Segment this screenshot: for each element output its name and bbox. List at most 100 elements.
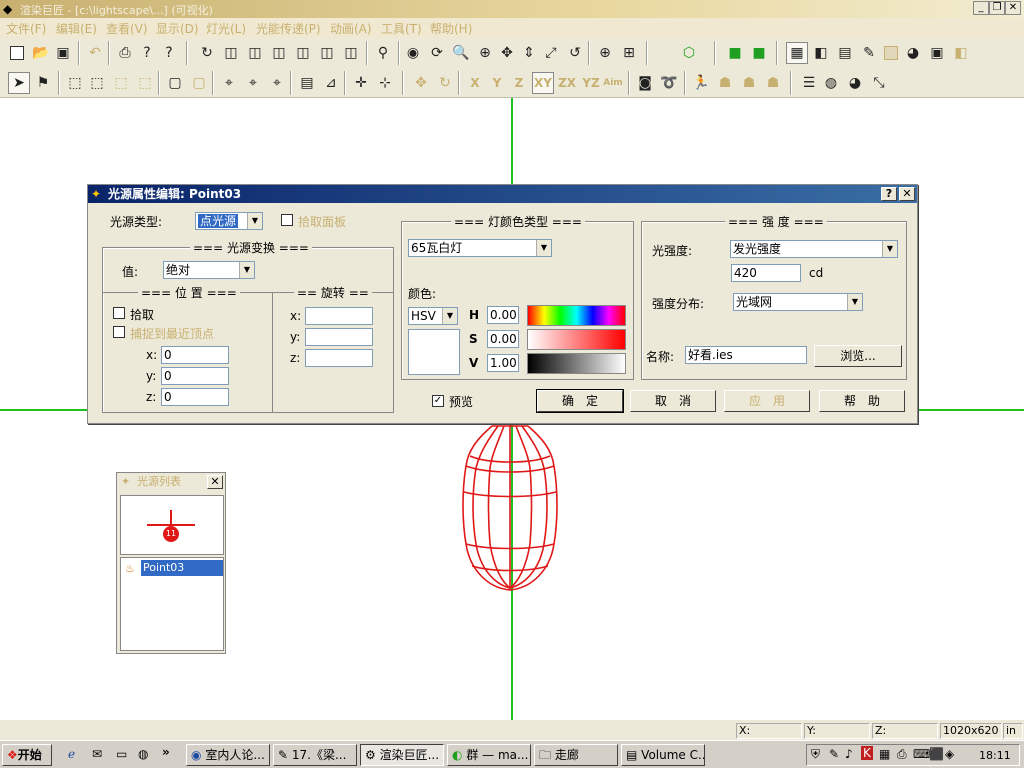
restore-icon[interactable]: ❐ — [989, 1, 1005, 15]
blank-square-icon[interactable] — [880, 42, 902, 64]
outlook-icon[interactable]: ✉ — [92, 747, 102, 761]
tray-shield-icon[interactable]: ⛨ — [811, 747, 820, 762]
color-type-select[interactable]: 65瓦白灯 ▼ — [408, 239, 552, 257]
lasso-icon[interactable]: ➰ — [658, 72, 680, 94]
paste-disabled-icon[interactable]: ▢ — [188, 72, 210, 94]
align-icon[interactable]: ⊿ — [320, 72, 342, 94]
menu-animation[interactable]: 动画(A) — [330, 20, 372, 37]
tray-ime-icon[interactable]: ⌨ — [913, 747, 930, 761]
select-disabled-1-icon[interactable]: ⬚ — [110, 72, 132, 94]
volume-icon[interactable]: ♪ — [845, 747, 853, 761]
light-move-icon[interactable]: ⊹ — [374, 72, 396, 94]
intensity-input[interactable]: 420 — [731, 264, 801, 282]
pick-position-checkbox[interactable] — [113, 307, 125, 319]
apply-button[interactable]: 应 用 — [724, 390, 810, 412]
person-disabled-3-icon[interactable]: ☗ — [762, 72, 784, 94]
select-figure-icon[interactable]: ⚑ — [32, 72, 54, 94]
pick-mirror-icon[interactable]: ⌖ — [266, 72, 288, 94]
solid-cube-icon[interactable]: ■ — [724, 42, 746, 64]
eye-icon[interactable]: ◉ — [402, 42, 424, 64]
rot-z-input[interactable] — [305, 349, 373, 367]
rotate-disabled-icon[interactable]: ↻ — [434, 72, 456, 94]
render-disabled-icon[interactable]: ◧ — [950, 42, 972, 64]
help-button[interactable]: 帮 助 — [819, 390, 905, 412]
value-slider[interactable] — [527, 353, 626, 374]
rot-x-input[interactable] — [305, 307, 373, 325]
rot-y-input[interactable] — [305, 328, 373, 346]
zoom-in-icon[interactable]: ⊕ — [594, 42, 616, 64]
axis-zx-button[interactable]: ZX — [556, 72, 578, 94]
rotate-view-icon[interactable]: ↻ — [196, 42, 218, 64]
hue-slider[interactable] — [527, 305, 626, 326]
orbit-icon[interactable]: ⟳ — [426, 42, 448, 64]
axis-x-button[interactable]: X — [464, 72, 486, 94]
person-disabled-1-icon[interactable]: ☗ — [714, 72, 736, 94]
view-box-4-icon[interactable]: ◫ — [292, 42, 314, 64]
move-disabled-icon[interactable]: ✥ — [410, 72, 432, 94]
dialog-title-bar[interactable]: ✦ 光源属性编辑: Point03 ? ✕ — [88, 185, 917, 203]
render-sphere-2-icon[interactable]: ◕ — [844, 72, 866, 94]
color-swatch[interactable] — [408, 329, 460, 375]
render-frame-icon[interactable]: ▣ — [926, 42, 948, 64]
tray-misc-icon[interactable]: ◈ — [945, 747, 954, 761]
layers-stack-icon[interactable]: ☰ — [798, 72, 820, 94]
pos-y-input[interactable]: 0 — [161, 367, 229, 385]
menu-view[interactable]: 查看(V) — [106, 20, 148, 37]
select-box-icon[interactable]: ⬚ — [64, 72, 86, 94]
value-mode-select[interactable]: 绝对 ▼ — [163, 261, 255, 279]
menu-file[interactable]: 文件(F) — [6, 20, 46, 37]
light-pen-icon[interactable]: ✎ — [858, 42, 880, 64]
h-input[interactable]: 0.00 — [487, 306, 519, 324]
pick-surface-icon[interactable]: ⌖ — [218, 72, 240, 94]
menu-radiosity[interactable]: 光能传递(P) — [256, 20, 321, 37]
s-input[interactable]: 0.00 — [487, 330, 519, 348]
menu-tools[interactable]: 工具(T) — [381, 20, 422, 37]
media-icon[interactable]: ◍ — [138, 747, 148, 761]
clock[interactable]: 18:11 — [979, 749, 1011, 762]
dialog-help-icon[interactable]: ? — [881, 187, 897, 201]
material-icon[interactable]: ◧ — [810, 42, 832, 64]
intensity-mode-select[interactable]: 发光强度 ▼ — [730, 240, 898, 258]
browse-button[interactable]: 浏览... — [814, 345, 902, 367]
zoom-icon[interactable]: ⊕ — [474, 42, 496, 64]
open-folder-icon[interactable]: 📂 — [30, 42, 52, 64]
minimize-icon[interactable]: _ — [973, 1, 989, 15]
pan-icon[interactable]: ✥ — [496, 42, 518, 64]
save-icon[interactable]: ▣ — [52, 42, 74, 64]
snap-vertex-checkbox[interactable] — [113, 326, 125, 338]
saturation-slider[interactable] — [527, 329, 626, 350]
undo-icon[interactable]: ↶ — [84, 42, 106, 64]
distribution-select[interactable]: 光域网 ▼ — [733, 293, 863, 311]
tray-k-icon[interactable]: K — [861, 746, 873, 760]
panel-close-icon[interactable]: ✕ — [207, 475, 223, 489]
wireframe-cube-icon[interactable]: ⬡ — [678, 42, 700, 64]
color-mode-select[interactable]: HSV ▼ — [408, 307, 458, 325]
task-3[interactable]: ⚙ 渲染巨匠... — [360, 744, 444, 766]
overflow-chevron-icon[interactable]: » — [162, 745, 170, 759]
axis-z-button[interactable]: Z — [508, 72, 530, 94]
help-icon[interactable]: ? — [136, 42, 158, 64]
context-help-icon[interactable]: ? — [158, 42, 180, 64]
close-icon[interactable]: ✕ — [1005, 1, 1021, 15]
zoom-region-icon[interactable]: 🔍 — [450, 42, 472, 64]
view-box-5-icon[interactable]: ◫ — [316, 42, 338, 64]
light-list-title-bar[interactable]: ✦ 光源列表 ✕ — [117, 473, 225, 491]
pick-panel-checkbox[interactable] — [281, 214, 293, 226]
task-4[interactable]: ◐ 群 — ma... — [447, 744, 531, 766]
pick-rotate-icon[interactable]: ⌖ — [242, 72, 264, 94]
view-box-6-icon[interactable]: ◫ — [340, 42, 362, 64]
layer-icon[interactable]: ▦ — [786, 42, 808, 64]
view-box-1-icon[interactable]: ◫ — [220, 42, 242, 64]
task-2[interactable]: ✎ 17.《梁... — [273, 744, 357, 766]
source-type-select[interactable]: 点光源 ▼ — [195, 212, 263, 230]
select-arrow-icon[interactable]: ➤ — [8, 72, 30, 94]
new-file-icon[interactable] — [6, 42, 28, 64]
start-button[interactable]: ❖开始 — [2, 744, 52, 766]
zoom-extents-icon[interactable]: ⊞ — [618, 42, 640, 64]
preview-checkbox[interactable]: ✓ — [432, 395, 444, 407]
task-6[interactable]: ▤ Volume C... — [621, 744, 705, 766]
task-5[interactable]: 🗀 走廊 — [534, 744, 618, 766]
table-icon[interactable]: ▤ — [296, 72, 318, 94]
menu-edit[interactable]: 编辑(E) — [56, 20, 97, 37]
view-box-2-icon[interactable]: ◫ — [244, 42, 266, 64]
